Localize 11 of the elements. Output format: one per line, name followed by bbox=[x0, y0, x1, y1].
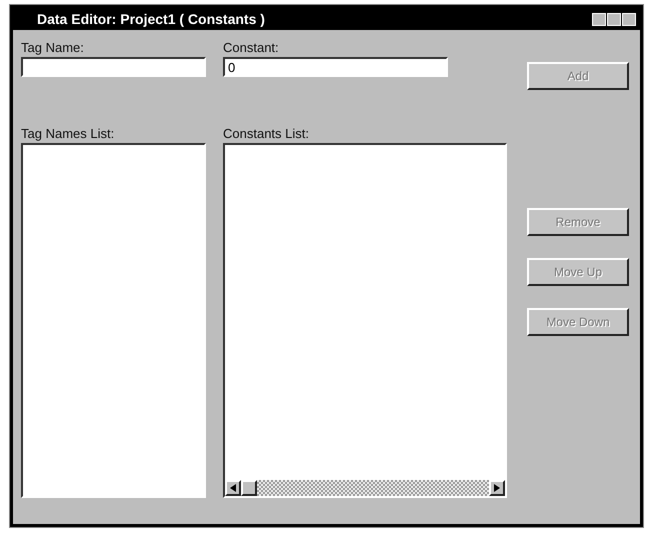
horizontal-scrollbar[interactable] bbox=[225, 480, 505, 496]
scroll-thumb[interactable] bbox=[241, 480, 257, 496]
scroll-left-icon[interactable] bbox=[225, 480, 241, 496]
input-field[interactable] bbox=[21, 57, 206, 77]
field-label: Constant: bbox=[223, 40, 280, 55]
field-label: Tag Name: bbox=[21, 40, 85, 55]
window-title: Data Editor: Project1 ( Constants ) bbox=[37, 11, 265, 27]
list-label: Tag Names List: bbox=[21, 126, 116, 141]
input-field[interactable]: 0 bbox=[223, 57, 448, 77]
list-label: Constants List: bbox=[223, 126, 310, 141]
scroll-right-icon[interactable] bbox=[489, 480, 505, 496]
